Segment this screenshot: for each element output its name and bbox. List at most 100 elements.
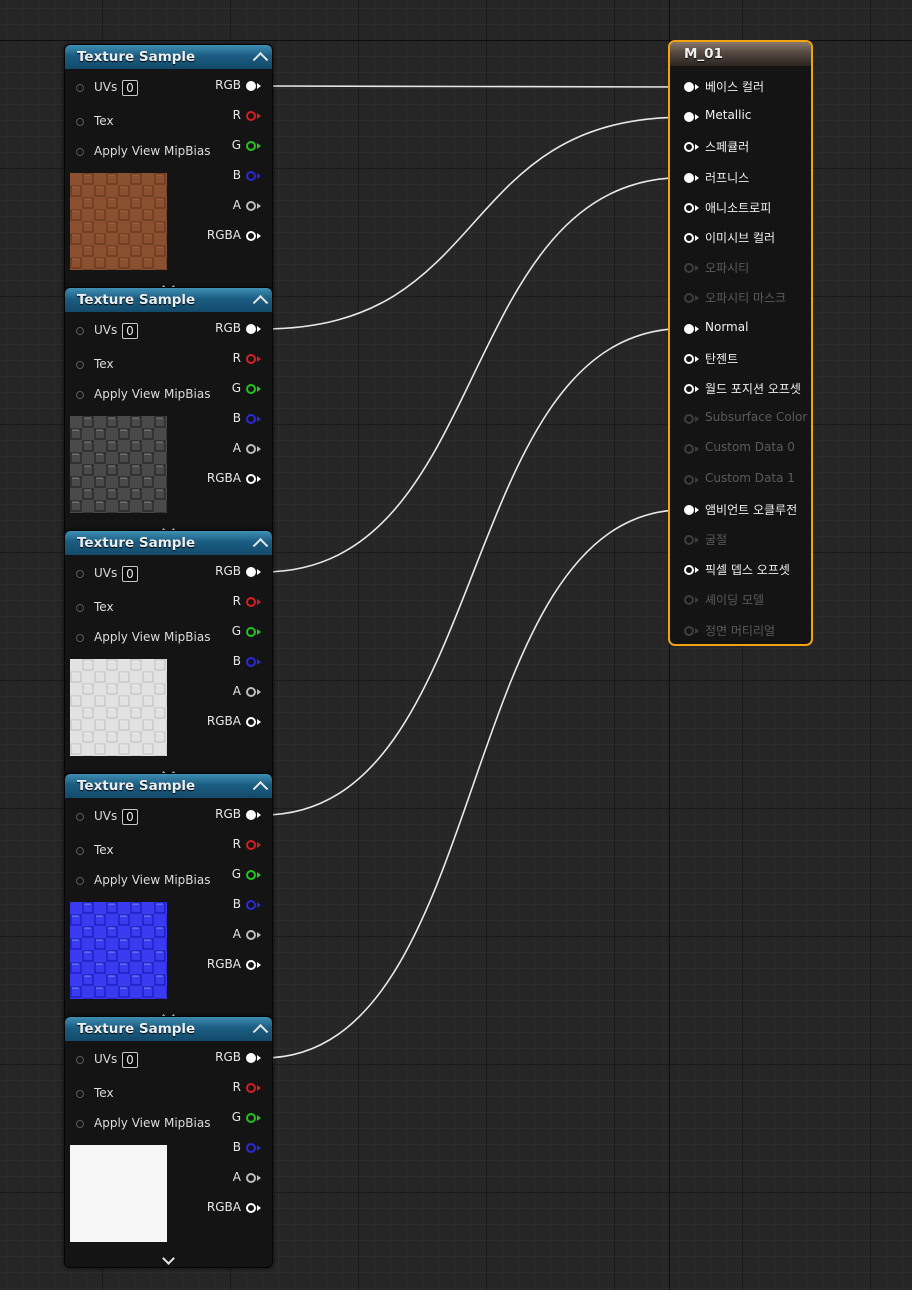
output-pin-b[interactable] bbox=[246, 414, 256, 424]
tex-input-pin[interactable] bbox=[76, 604, 84, 612]
output-pin-b[interactable] bbox=[246, 900, 256, 910]
texture-sample-node[interactable]: Texture Sample UVs Tex Apply View MipBias 0 R… bbox=[64, 1016, 273, 1268]
collapse-chevron-icon[interactable] bbox=[252, 1023, 269, 1040]
collapse-chevron-icon[interactable] bbox=[252, 537, 269, 554]
output-pin-rgba[interactable] bbox=[246, 960, 256, 970]
material-result-node[interactable]: M_01 베이스 컬러 Metallic 스페큘러 러프니스 애니소트로피 이미시브 컬러… bbox=[668, 40, 813, 646]
material-input-pin[interactable] bbox=[684, 142, 694, 153]
material-input-pin[interactable] bbox=[684, 535, 694, 545]
apply-view-mipbias-input-pin[interactable] bbox=[76, 148, 84, 156]
output-pin-g[interactable] bbox=[246, 870, 256, 880]
uvs-input-pin[interactable] bbox=[76, 1056, 84, 1064]
material-input-pin[interactable] bbox=[684, 323, 694, 334]
output-pin-g[interactable] bbox=[246, 1113, 256, 1123]
output-pin-b[interactable] bbox=[246, 657, 256, 667]
output-pin-r[interactable] bbox=[246, 354, 256, 364]
material-input-pin[interactable] bbox=[684, 444, 694, 455]
output-pin-r[interactable] bbox=[246, 111, 256, 121]
collapse-chevron-icon[interactable] bbox=[252, 294, 269, 311]
output-pin-g[interactable] bbox=[246, 141, 256, 151]
output-pin-rgb[interactable] bbox=[246, 810, 256, 820]
uvs-value-field[interactable]: 0 bbox=[122, 809, 138, 825]
output-pin-rgba[interactable] bbox=[246, 231, 256, 241]
output-pin-rgba[interactable] bbox=[246, 717, 256, 727]
output-pin-b[interactable] bbox=[246, 171, 256, 181]
texture-sample-node[interactable]: Texture Sample UVs Tex Apply View MipBias 0 R… bbox=[64, 530, 273, 782]
uvs-input-pin[interactable] bbox=[76, 84, 84, 92]
output-pin-r[interactable] bbox=[246, 597, 256, 607]
node-header[interactable]: Texture Sample bbox=[65, 288, 272, 312]
material-input-pin[interactable] bbox=[684, 414, 694, 425]
output-pin-a[interactable] bbox=[246, 687, 256, 697]
output-pin-a[interactable] bbox=[246, 201, 256, 211]
node-header[interactable]: Texture Sample bbox=[65, 774, 272, 798]
connection-wire[interactable] bbox=[262, 327, 685, 816]
uvs-value-field[interactable]: 0 bbox=[122, 566, 138, 582]
apply-view-mipbias-input-pin[interactable] bbox=[76, 391, 84, 399]
collapse-chevron-icon[interactable] bbox=[252, 51, 269, 68]
connection-wire[interactable] bbox=[262, 85, 685, 88]
material-input-pin[interactable] bbox=[684, 233, 694, 243]
texture-thumbnail[interactable] bbox=[65, 173, 178, 281]
texture-thumbnail[interactable] bbox=[65, 416, 178, 524]
material-input-pin[interactable] bbox=[684, 353, 694, 364]
output-pin-rgb[interactable] bbox=[246, 81, 256, 91]
material-node-header[interactable]: M_01 bbox=[670, 42, 811, 66]
connection-wire[interactable] bbox=[262, 176, 685, 573]
uvs-value-field[interactable]: 0 bbox=[122, 80, 138, 96]
texture-thumbnail[interactable] bbox=[65, 659, 178, 767]
material-input-pin[interactable] bbox=[684, 112, 694, 123]
material-input-pin[interactable] bbox=[684, 384, 694, 394]
node-header[interactable]: Texture Sample bbox=[65, 531, 272, 555]
output-pin-a[interactable] bbox=[246, 930, 256, 940]
output-pin-rgb[interactable] bbox=[246, 567, 256, 577]
output-pin-rgba[interactable] bbox=[246, 474, 256, 484]
uvs-input-pin[interactable] bbox=[76, 570, 84, 578]
uvs-value-field[interactable]: 0 bbox=[122, 1052, 138, 1068]
output-pin-a[interactable] bbox=[246, 1173, 256, 1183]
material-input-pin[interactable] bbox=[684, 263, 694, 274]
node-header[interactable]: Texture Sample bbox=[65, 45, 272, 69]
apply-view-mipbias-input-pin[interactable] bbox=[76, 634, 84, 642]
material-input-pin[interactable] bbox=[684, 625, 694, 636]
connection-wire[interactable] bbox=[262, 116, 685, 330]
expand-chevron-icon[interactable] bbox=[162, 1252, 175, 1265]
texture-sample-node[interactable]: Texture Sample UVs Tex Apply View MipBias 0 R… bbox=[64, 773, 273, 1025]
material-input-pin[interactable] bbox=[684, 172, 694, 183]
output-pin-b[interactable] bbox=[246, 1143, 256, 1153]
node-header[interactable]: Texture Sample bbox=[65, 1017, 272, 1041]
connection-wire[interactable] bbox=[262, 509, 685, 1059]
material-input-pin[interactable] bbox=[684, 82, 694, 92]
output-pin-rgb[interactable] bbox=[246, 324, 256, 334]
output-pin-g[interactable] bbox=[246, 627, 256, 637]
tex-input-pin[interactable] bbox=[76, 118, 84, 126]
uvs-input-pin[interactable] bbox=[76, 327, 84, 335]
tex-input-pin[interactable] bbox=[76, 1090, 84, 1098]
output-pin-r[interactable] bbox=[246, 840, 256, 850]
material-input-pin[interactable] bbox=[684, 202, 694, 213]
tex-input-pin[interactable] bbox=[76, 361, 84, 369]
material-input-pin[interactable] bbox=[684, 595, 694, 606]
pin-arrow-icon bbox=[695, 265, 699, 272]
texture-sample-node[interactable]: Texture Sample UVs Tex Apply View MipBias 0 R… bbox=[64, 44, 273, 296]
material-input-pin[interactable] bbox=[684, 504, 694, 515]
output-pin-rgba[interactable] bbox=[246, 1203, 256, 1213]
output-pin-a[interactable] bbox=[246, 444, 256, 454]
texture-thumbnail[interactable] bbox=[65, 902, 178, 1010]
apply-view-mipbias-input-pin[interactable] bbox=[76, 877, 84, 885]
tex-input-pin[interactable] bbox=[76, 847, 84, 855]
material-input-pin[interactable] bbox=[684, 565, 694, 576]
uvs-value-field[interactable]: 0 bbox=[122, 323, 138, 339]
apply-view-mipbias-label: Apply View MipBias bbox=[94, 630, 211, 644]
material-input-pin[interactable] bbox=[684, 474, 694, 485]
output-pin-rgb[interactable] bbox=[246, 1053, 256, 1063]
collapse-chevron-icon[interactable] bbox=[252, 780, 269, 797]
texture-sample-node[interactable]: Texture Sample UVs Tex Apply View MipBias 0 R… bbox=[64, 287, 273, 539]
output-pin-r[interactable] bbox=[246, 1083, 256, 1093]
output-pin-g[interactable] bbox=[246, 384, 256, 394]
apply-view-mipbias-input-pin[interactable] bbox=[76, 1120, 84, 1128]
material-input-pin[interactable] bbox=[684, 293, 694, 304]
texture-thumbnail[interactable] bbox=[70, 1145, 167, 1242]
uvs-input-pin[interactable] bbox=[76, 813, 84, 821]
pin-arrow-icon bbox=[695, 537, 699, 543]
